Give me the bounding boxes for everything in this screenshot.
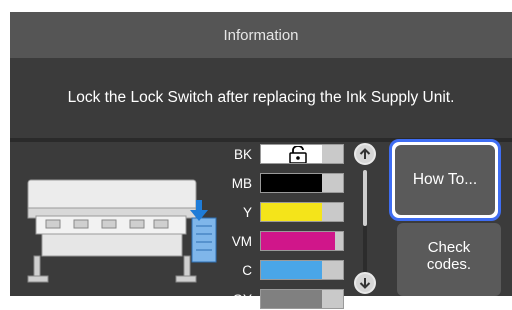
how-to-button-focus-ring: How To...: [389, 139, 501, 221]
ink-level-bar: [260, 202, 344, 222]
ink-row-vm: VM: [212, 230, 344, 252]
scroll-down-button[interactable]: [354, 272, 376, 294]
how-to-label: How To...: [412, 171, 478, 188]
message-area: Lock the Lock Switch after replacing the…: [10, 58, 512, 138]
arrow-down-icon: [359, 278, 371, 289]
ink-level-bar: [260, 231, 344, 251]
ink-name: C: [242, 262, 252, 278]
ink-level-bar: [260, 144, 344, 164]
ink-name: Y: [242, 204, 252, 220]
scrollbar-thumb[interactable]: [363, 170, 367, 226]
ink-level-bar: [260, 260, 344, 280]
title-bar: Information: [10, 12, 512, 58]
check-codes-label: Check codes.: [426, 238, 472, 273]
check-codes-button[interactable]: Check codes.: [397, 223, 501, 296]
arrow-down-indicator-icon: [190, 200, 208, 221]
scroll-up-button[interactable]: [354, 143, 376, 165]
ink-level-fill: [261, 203, 322, 221]
ink-name: VM: [231, 233, 252, 249]
ink-level-bar: [260, 289, 344, 309]
how-to-button[interactable]: How To...: [395, 145, 495, 215]
ink-row-bk: BK: [212, 143, 344, 165]
page-title: Information: [223, 26, 299, 44]
ink-level-fill: [261, 290, 322, 308]
ink-row-gy: GY: [212, 288, 344, 310]
printer-illustration: [27, 179, 217, 283]
scrollbar[interactable]: [363, 170, 367, 278]
ink-row-c: C: [212, 259, 344, 281]
arrow-up-icon: [359, 148, 371, 159]
ink-level-fill: [261, 174, 322, 192]
ink-level-bar: [260, 173, 344, 193]
lock-open-icon: [289, 146, 307, 163]
ink-row-y: Y: [212, 201, 344, 223]
instruction-message: Lock the Lock Switch after replacing the…: [67, 89, 455, 106]
ink-name: GY: [232, 291, 252, 307]
ink-name: BK: [233, 146, 252, 162]
ink-level-fill: [261, 261, 322, 279]
ink-level-fill: [261, 232, 335, 250]
ink-row-mb: MB: [212, 172, 344, 194]
ink-name: MB: [231, 175, 252, 191]
